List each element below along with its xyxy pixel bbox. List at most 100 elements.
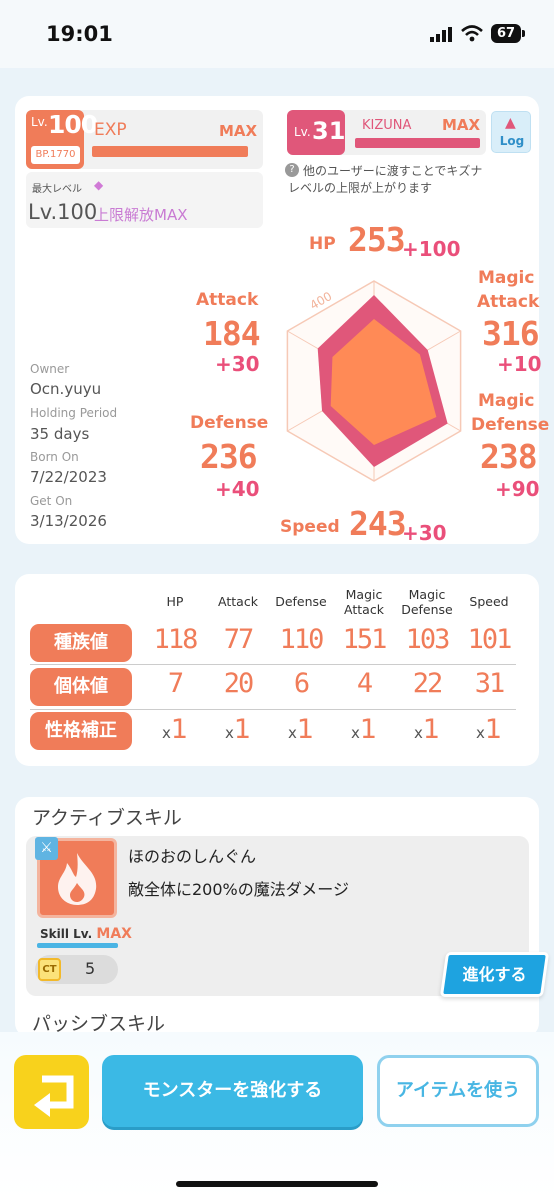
hp-label: HP [309, 234, 336, 254]
table-cell: 103 [405, 624, 451, 655]
attack-value: 184 [203, 314, 261, 353]
enhance-label: モンスターを強化する [142, 1080, 323, 1101]
skill-description: 敵全体に200%の魔法ダメージ [128, 880, 349, 899]
magic-attack-value: 316 [482, 314, 540, 353]
kizuna-label: KIZUNA [362, 118, 412, 133]
hp-value: 253 [348, 220, 406, 259]
level-value: 100 [48, 110, 98, 139]
speed-value: 243 [349, 504, 407, 543]
owner-label: Owner [30, 362, 70, 376]
table-cell: x1 [224, 714, 252, 745]
limit-break: 上限解放MAX [94, 206, 188, 224]
use-item-label: アイテムを使う [395, 1080, 521, 1101]
magic-defense-value: 238 [480, 437, 538, 476]
exp-label: EXP [94, 120, 127, 140]
exp-max: MAX [219, 122, 258, 140]
table-cell: x1 [161, 714, 189, 745]
ct-value: 5 [85, 959, 96, 978]
status-bar: 19:01 67 [0, 0, 554, 68]
max-level-value: Lv.100 [28, 200, 98, 224]
gem-icon: ◆ [94, 178, 104, 192]
row-label-individual: 個体値 [30, 668, 132, 706]
kizuna-badge: Lv. 31 [287, 110, 345, 155]
magic-attack-label-2: Attack [477, 292, 540, 312]
exp-bar [92, 146, 248, 157]
help-icon[interactable]: ? [285, 163, 299, 177]
wifi-icon [461, 25, 483, 42]
get-label: Get On [30, 494, 73, 508]
born-value: 7/22/2023 [30, 468, 107, 486]
evolve-button[interactable]: 進化する [439, 952, 550, 997]
defense-bonus: +40 [215, 477, 260, 501]
home-indicator [176, 1181, 378, 1187]
log-label: Log [499, 134, 525, 148]
row-label-nature: 性格補正 [30, 712, 132, 750]
row-divider [30, 664, 516, 665]
kizuna-note-2: レベルの上限が上がります [288, 181, 433, 195]
defense-label: Defense [190, 413, 269, 433]
col-speed: Speed [469, 594, 509, 609]
speed-label: Speed [280, 517, 340, 537]
table-cell: 20 [223, 668, 255, 699]
skill-lv-text: Skill Lv. [40, 927, 93, 941]
magic-defense-label-1: Magic [478, 391, 535, 411]
ct-pill: CT 5 [35, 955, 118, 984]
enhance-monster-button[interactable]: モンスターを強化する [102, 1055, 363, 1127]
table-cell: 110 [279, 624, 325, 655]
table-cell: 118 [153, 624, 199, 655]
max-level-label: 最大レベル [32, 184, 82, 195]
ct-icon: CT [38, 958, 61, 981]
col-magic-defense: Magic Defense [401, 587, 453, 617]
col-hp: HP [166, 594, 184, 609]
owner-value: Ocn.yuyu [30, 380, 102, 398]
table-cell: 22 [412, 668, 444, 699]
col-defense: Defense [275, 594, 327, 609]
table-cell: x1 [350, 714, 378, 745]
table-cell: 7 [167, 668, 184, 699]
kizuna-lv-prefix: Lv. [294, 125, 311, 139]
table-cell: x1 [475, 714, 503, 745]
kizuna-max: MAX [442, 116, 481, 134]
active-skill-title: アクティブスキル [32, 807, 182, 829]
kizuna-level: 31 [312, 117, 346, 145]
back-button[interactable] [14, 1055, 89, 1129]
battery-icon: 67 [491, 24, 521, 43]
bp-badge: BP.1770 [31, 146, 80, 164]
hp-bonus: +100 [402, 237, 461, 261]
row-label-species: 種族値 [30, 624, 132, 662]
attack-label: Attack [196, 290, 259, 310]
signal-icon [430, 27, 452, 42]
table-cell: 31 [474, 668, 506, 699]
table-cell: 77 [223, 624, 255, 655]
back-arrow-icon [34, 1075, 74, 1117]
table-cell: 6 [293, 668, 310, 699]
skill-lv-max: MAX [96, 926, 132, 942]
magic-defense-bonus: +90 [495, 477, 540, 501]
defense-value: 236 [200, 437, 258, 476]
attack-bonus: +30 [215, 352, 260, 376]
lv-prefix: Lv. [31, 115, 48, 129]
table-cell: 4 [356, 668, 373, 699]
born-label: Born On [30, 450, 79, 464]
magic-attack-bonus: +10 [497, 352, 542, 376]
skill-name: ほのおのしんぐん [128, 847, 257, 866]
battery-level: 67 [496, 26, 516, 41]
magic-attack-label-1: Magic [478, 268, 535, 288]
col-magic-attack: Magic Attack [344, 587, 384, 617]
row-divider [30, 709, 516, 710]
col-attack: Attack [218, 594, 258, 609]
status-time: 19:01 [46, 22, 113, 46]
kizuna-note-1: 他のユーザーに渡すことでキズナ [303, 164, 483, 178]
table-cell: x1 [287, 714, 315, 745]
evolve-label: 進化する [462, 965, 527, 984]
use-item-button[interactable]: アイテムを使う [377, 1055, 539, 1127]
skill-lv-bar [37, 943, 118, 948]
holding-label: Holding Period [30, 406, 118, 420]
table-cell: x1 [413, 714, 441, 745]
speed-bonus: +30 [402, 521, 447, 545]
skill-lv-label: Skill Lv. MAX [40, 926, 132, 942]
table-cell: 151 [342, 624, 388, 655]
level-badge: Lv. 100 BP.1770 [26, 110, 98, 169]
log-button[interactable]: ▲ Log [491, 111, 531, 153]
radar-chart: 400 [286, 280, 462, 482]
